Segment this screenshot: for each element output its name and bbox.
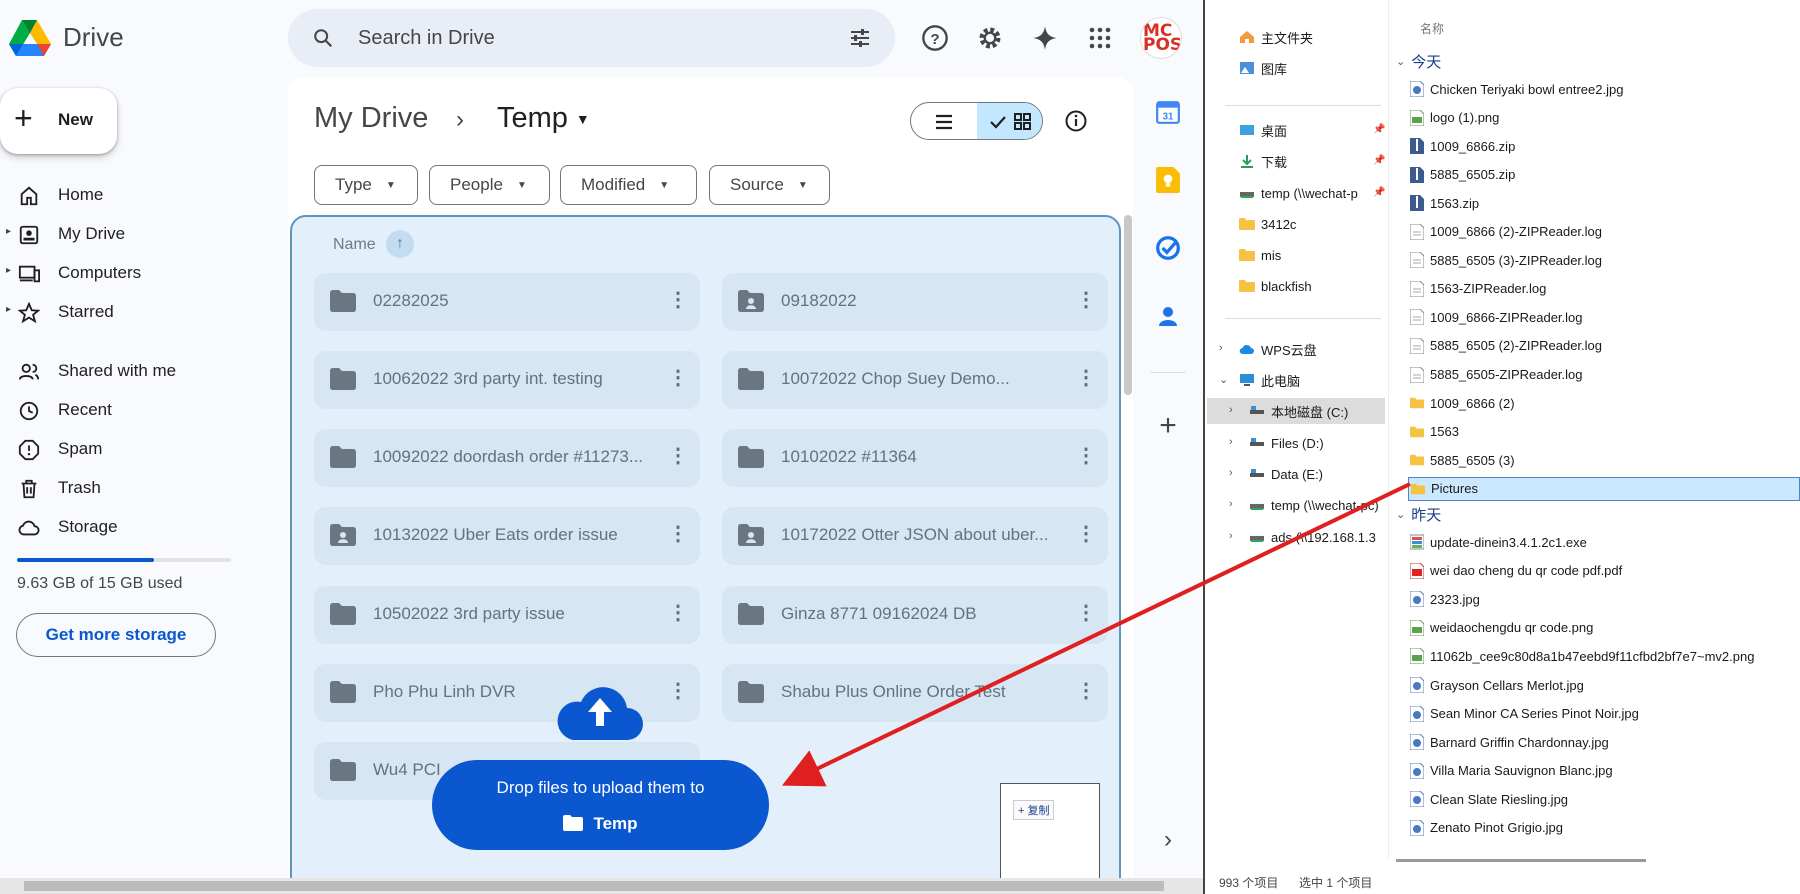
drag-arrow-annotation (781, 482, 1411, 787)
drag-arrow-line (781, 482, 1411, 787)
